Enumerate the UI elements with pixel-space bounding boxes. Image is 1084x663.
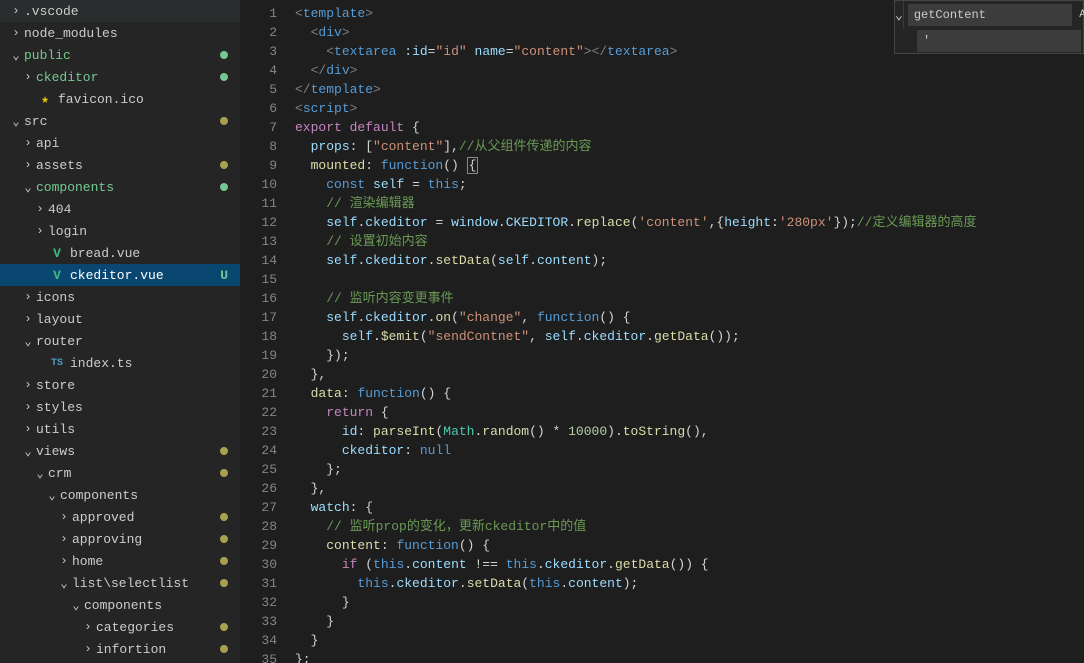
folder-categories[interactable]: categories — [0, 616, 240, 638]
file-favicon[interactable]: ·★favicon.ico — [0, 88, 240, 110]
folder-node-modules[interactable]: node_modules — [0, 22, 240, 44]
folder-layout[interactable]: layout — [0, 308, 240, 330]
file-bread-vue[interactable]: ·Vbread.vue — [0, 242, 240, 264]
find-expand-toggle[interactable]: ⌄ — [895, 1, 904, 29]
find-widget[interactable]: ⌄ Aa — [894, 0, 1084, 54]
folder-components[interactable]: components — [0, 176, 240, 198]
line-gutter: 1234567891011121314151617181920212223242… — [240, 0, 295, 663]
match-case-toggle[interactable]: Aa — [1076, 5, 1084, 25]
folder-list-selectlist[interactable]: list\selectlist — [0, 572, 240, 594]
replace-input[interactable] — [917, 30, 1081, 52]
folder-infortion[interactable]: infortion — [0, 638, 240, 660]
folder-views[interactable]: views — [0, 440, 240, 462]
folder-styles[interactable]: styles — [0, 396, 240, 418]
folder-router[interactable]: router — [0, 330, 240, 352]
folder-api[interactable]: api — [0, 132, 240, 154]
file-explorer[interactable]: .vscode node_modules public ckeditor ·★f… — [0, 0, 240, 663]
find-input[interactable] — [908, 4, 1072, 26]
code-editor[interactable]: 1234567891011121314151617181920212223242… — [240, 0, 1084, 663]
file-ckeditor-vue[interactable]: ·Vckeditor.vueU — [0, 264, 240, 286]
folder-login[interactable]: login — [0, 220, 240, 242]
folder-approving[interactable]: approving — [0, 528, 240, 550]
folder-vscode[interactable]: .vscode — [0, 0, 240, 22]
folder-crm-components[interactable]: components — [0, 484, 240, 506]
folder-assets[interactable]: assets — [0, 154, 240, 176]
folder-ckeditor[interactable]: ckeditor — [0, 66, 240, 88]
folder-404[interactable]: 404 — [0, 198, 240, 220]
folder-public[interactable]: public — [0, 44, 240, 66]
folder-ls-components[interactable]: components — [0, 594, 240, 616]
folder-home[interactable]: home — [0, 550, 240, 572]
folder-src[interactable]: src — [0, 110, 240, 132]
code-area[interactable]: <template> <div> <textarea :id="id" name… — [295, 0, 1084, 663]
folder-icons[interactable]: icons — [0, 286, 240, 308]
folder-approved[interactable]: approved — [0, 506, 240, 528]
folder-store[interactable]: store — [0, 374, 240, 396]
file-index-ts[interactable]: ·TSindex.ts — [0, 352, 240, 374]
folder-crm[interactable]: crm — [0, 462, 240, 484]
folder-utils[interactable]: utils — [0, 418, 240, 440]
